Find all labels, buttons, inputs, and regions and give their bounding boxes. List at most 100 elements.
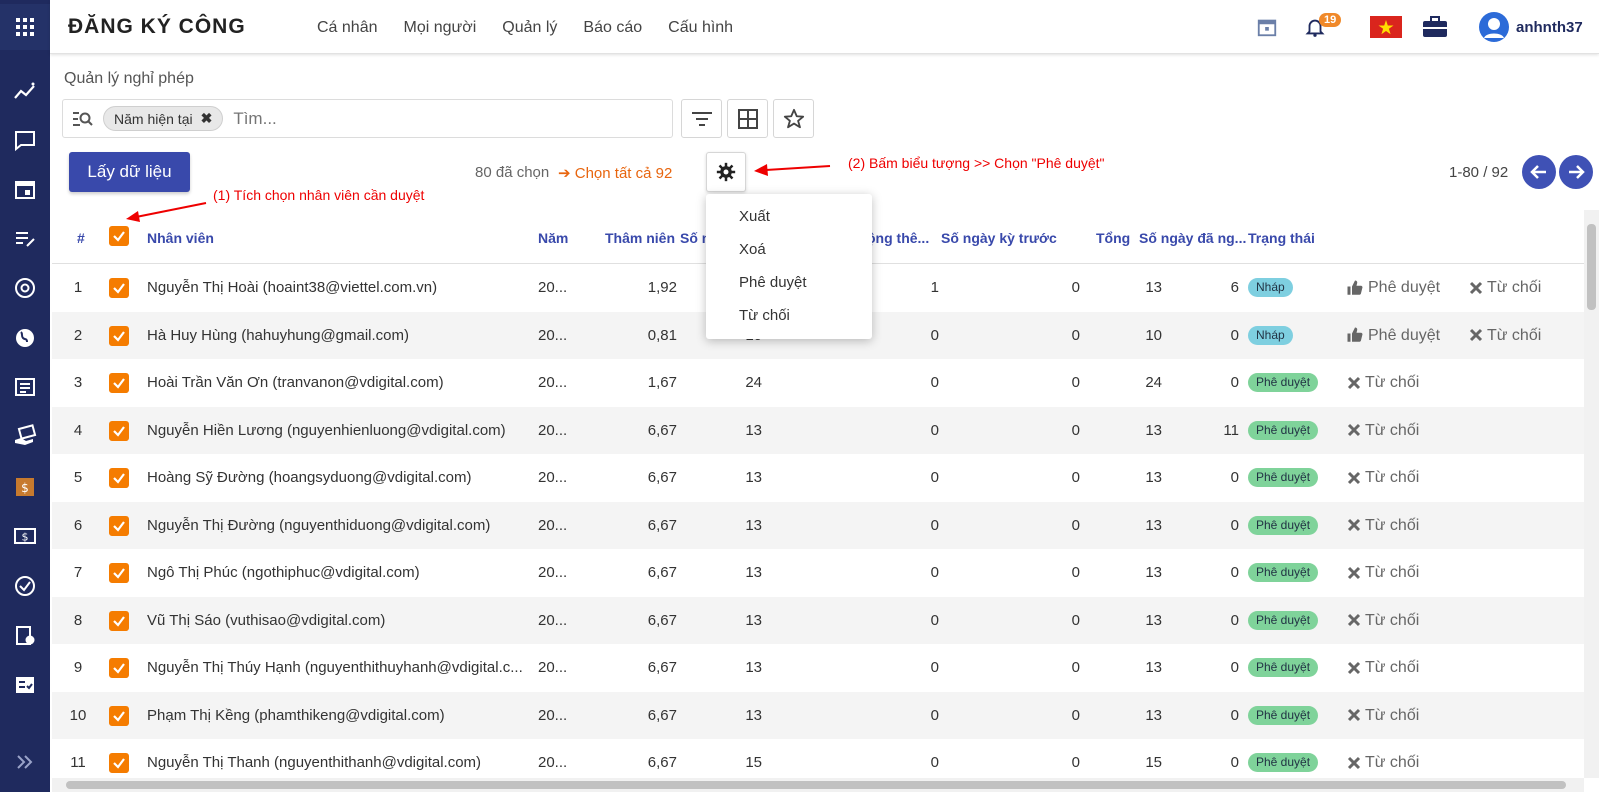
row-checkbox[interactable]: [109, 278, 129, 298]
reject-button[interactable]: Từ chối: [1347, 549, 1419, 596]
reject-button[interactable]: Từ chối: [1347, 692, 1419, 739]
filter-button[interactable]: [681, 99, 722, 138]
employee-name[interactable]: Nguyễn Thị Đường (nguyenthiduong@vdigita…: [147, 502, 523, 549]
reject-button[interactable]: Từ chối: [1347, 407, 1419, 454]
approve-button[interactable]: Phê duyệt: [1346, 312, 1440, 359]
vertical-scroll-thumb[interactable]: [1587, 224, 1596, 310]
year-cell: 20...: [538, 326, 568, 344]
check-circle-icon[interactable]: [0, 564, 50, 608]
row-checkbox[interactable]: [109, 658, 129, 678]
invoice-icon[interactable]: $: [0, 465, 50, 509]
analytics-icon[interactable]: [0, 70, 50, 114]
employee-name[interactable]: Vũ Thị Sáo (vuthisao@vdigital.com): [147, 597, 523, 644]
payment-hand-icon[interactable]: [0, 414, 50, 458]
user-menu[interactable]: anhnth37: [1478, 12, 1583, 42]
nav-item-manage[interactable]: Quản lý: [489, 0, 570, 54]
vertical-scrollbar[interactable]: [1584, 210, 1599, 778]
select-all-checkbox[interactable]: [109, 226, 129, 246]
menu-item-export[interactable]: Xuất: [706, 200, 872, 233]
col-year[interactable]: Năm: [538, 210, 578, 264]
favorites-button[interactable]: [773, 99, 814, 138]
edit-list-icon[interactable]: [0, 217, 50, 261]
table-row[interactable]: 4 Nguyễn Hiền Lương (nguyenhienluong@vdig…: [52, 406, 1584, 454]
table-row[interactable]: 9 Nguyễn Thị Thúy Hạnh (nguyenthithuyhanh…: [52, 644, 1584, 692]
employee-name[interactable]: Nguyễn Thị Thúy Hạnh (nguyenthithuyhanh@…: [147, 644, 523, 691]
search-input[interactable]: [233, 108, 534, 129]
reject-button[interactable]: Từ chối: [1347, 359, 1419, 406]
row-checkbox[interactable]: [109, 325, 129, 346]
col-previous[interactable]: Số ngày kỳ trước: [941, 210, 1071, 264]
horizontal-scrollbar[interactable]: [52, 778, 1584, 792]
group-by-button[interactable]: [727, 99, 768, 138]
reject-button[interactable]: Từ chối: [1469, 312, 1541, 359]
employee-name[interactable]: Phạm Thị Kềng (phamthikeng@vdigital.com): [147, 692, 523, 739]
check-icon: [113, 330, 125, 342]
row-checkbox[interactable]: [109, 610, 129, 631]
row-checkbox[interactable]: [109, 753, 129, 773]
menu-item-delete[interactable]: Xoá: [706, 233, 872, 266]
col-total[interactable]: Tổng: [1096, 210, 1136, 264]
employee-name[interactable]: Hoài Trần Văn Ơn (tranvanon@vdigital.com…: [147, 359, 523, 406]
globe-icon[interactable]: [0, 316, 50, 360]
col-used[interactable]: Số ngày đã ng...: [1139, 210, 1247, 264]
row-checkbox[interactable]: [109, 705, 129, 726]
calendar-icon[interactable]: [0, 167, 50, 211]
menu-item-reject[interactable]: Từ chối: [706, 299, 872, 332]
fetch-data-button[interactable]: Lấy dữ liệu: [69, 152, 190, 192]
menu-item-approve[interactable]: Phê duyệt: [706, 266, 872, 299]
remove-filter-icon[interactable]: ✖: [201, 110, 213, 127]
table-row[interactable]: 10 Phạm Thị Kềng (phamthikeng@vdigital.co…: [52, 691, 1584, 739]
reject-button[interactable]: Từ chối: [1347, 454, 1419, 501]
money-icon[interactable]: $: [0, 514, 50, 558]
table-row[interactable]: 7 Ngô Thị Phúc (ngothiphuc@vdigital.com) 2…: [52, 549, 1584, 597]
language-button[interactable]: [1370, 13, 1402, 41]
row-checkbox[interactable]: [109, 563, 129, 583]
reject-label: Từ chối: [1487, 326, 1542, 344]
actions-gear-button[interactable]: [706, 152, 746, 192]
nav-item-personal[interactable]: Cá nhân: [304, 0, 391, 54]
employee-name[interactable]: Nguyễn Thị Hoài (hoaint38@viettel.com.vn…: [147, 264, 523, 311]
horizontal-scroll-thumb[interactable]: [66, 781, 1566, 789]
table-row[interactable]: 5 Hoàng Sỹ Đường (hoangsyduong@vdigital.c…: [52, 454, 1584, 502]
table-row[interactable]: 6 Nguyễn Thị Đường (nguyenthiduong@vdigit…: [52, 501, 1584, 549]
reject-button[interactable]: Từ chối: [1469, 264, 1541, 311]
employee-name[interactable]: Hà Huy Hùng (hahuyhung@gmail.com): [147, 312, 523, 359]
reject-button[interactable]: Từ chối: [1347, 739, 1419, 778]
row-checkbox[interactable]: [109, 468, 129, 488]
apps-grid-icon[interactable]: [0, 4, 50, 50]
nav-item-reports[interactable]: Báo cáo: [570, 0, 655, 54]
row-checkbox[interactable]: [109, 515, 129, 536]
prev-page-button[interactable]: [1522, 155, 1556, 189]
next-page-button[interactable]: [1559, 155, 1593, 189]
checklist-icon[interactable]: [0, 663, 50, 707]
at-sign-icon[interactable]: [0, 266, 50, 310]
clipboard-clock-icon[interactable]: [0, 613, 50, 657]
table-row[interactable]: 3 Hoài Trần Văn Ơn (tranvanon@vdigital.co…: [52, 359, 1584, 407]
col-seniority[interactable]: Thâm niên: [605, 210, 675, 264]
reject-button[interactable]: Từ chối: [1347, 597, 1419, 644]
employee-name[interactable]: Ngô Thị Phúc (ngothiphuc@vdigital.com): [147, 549, 523, 596]
notifications-button[interactable]: 19: [1304, 13, 1344, 41]
approve-button[interactable]: Phê duyệt: [1346, 264, 1440, 311]
reject-button[interactable]: Từ chối: [1347, 502, 1419, 549]
employee-name[interactable]: Nguyễn Thị Thanh (nguyenthithanh@vdigita…: [147, 739, 523, 778]
nav-item-config[interactable]: Cấu hình: [655, 0, 746, 54]
chat-icon[interactable]: [0, 118, 50, 162]
table-row[interactable]: 8 Vũ Thị Sáo (vuthisao@vdigital.com) 20...…: [52, 596, 1584, 644]
col-employee[interactable]: Nhân viên: [147, 210, 347, 264]
nav-item-everyone[interactable]: Mọi người: [391, 0, 490, 54]
employee-name[interactable]: Hoàng Sỹ Đường (hoangsyduong@vdigital.co…: [147, 454, 523, 501]
col-status[interactable]: Trạng thái: [1248, 210, 1338, 264]
expand-sidebar-icon[interactable]: [0, 740, 50, 784]
article-icon[interactable]: [0, 365, 50, 409]
select-all-link[interactable]: ➔ Chọn tất cả 92: [558, 164, 672, 182]
reject-button[interactable]: Từ chối: [1347, 644, 1419, 691]
col-bonus[interactable]: ộng thê...: [867, 210, 937, 264]
used-cell: 6: [1230, 279, 1239, 296]
calendar-button[interactable]: [1256, 13, 1278, 41]
briefcase-button[interactable]: [1421, 13, 1449, 41]
row-checkbox[interactable]: [109, 373, 129, 393]
employee-name[interactable]: Nguyễn Hiền Lương (nguyenhienluong@vdigi…: [147, 407, 523, 454]
table-row[interactable]: 11 Nguyễn Thị Thanh (nguyenthithanh@vdigi…: [52, 739, 1584, 778]
row-checkbox[interactable]: [109, 420, 129, 441]
